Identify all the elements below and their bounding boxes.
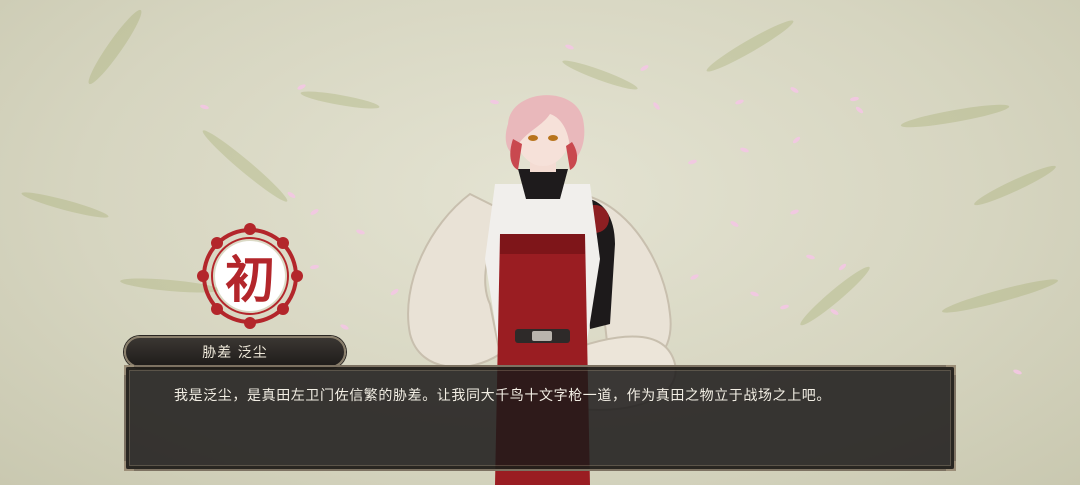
petal	[639, 64, 650, 72]
leaf-decoration	[20, 188, 110, 222]
petal	[309, 208, 320, 216]
petal	[309, 264, 320, 270]
dialogue-box[interactable]: 我是泛尘，是真田左卫门佐信繁的胁差。让我同大千鸟十文字枪一道，作为真田之物立于战…	[124, 365, 956, 471]
leaf-decoration	[940, 274, 1060, 318]
seal-label: 初	[225, 250, 275, 309]
petal	[739, 146, 750, 154]
leaf-decoration	[299, 88, 381, 112]
seal-badge: 初	[197, 223, 303, 329]
frame-corner	[124, 461, 134, 471]
petal	[1012, 368, 1023, 376]
petal	[199, 103, 210, 111]
petal	[689, 273, 700, 281]
petal	[805, 253, 816, 261]
leaf-decoration	[199, 126, 291, 206]
petal	[849, 96, 860, 102]
petal	[339, 323, 350, 331]
petal	[854, 105, 865, 115]
frame-corner	[946, 365, 956, 375]
petal	[729, 220, 740, 228]
petal	[749, 290, 760, 298]
petal	[779, 303, 790, 311]
petal	[789, 86, 800, 94]
petal	[829, 308, 840, 316]
petal	[296, 83, 307, 91]
speaker-nameplate: 胁差 泛尘	[124, 336, 346, 368]
background-scene: 初 胁差 泛尘 我是泛尘，是真田左卫门佐信繁的胁差。让我同大千鸟十文字枪一道，作…	[0, 0, 1080, 485]
petal	[564, 43, 575, 51]
frame-corner	[124, 365, 134, 375]
petal	[837, 262, 848, 272]
leaf-decoration	[83, 6, 147, 88]
petal	[789, 208, 800, 216]
speaker-name: 胁差 泛尘	[202, 345, 268, 361]
petal	[791, 135, 802, 145]
leaf-decoration	[703, 15, 797, 77]
petal	[734, 98, 745, 106]
leaf-decoration	[899, 100, 1011, 132]
petal	[286, 190, 297, 200]
leaf-decoration	[971, 161, 1059, 210]
petal	[355, 228, 366, 236]
dialogue-text: 我是泛尘，是真田左卫门佐信繁的胁差。让我同大千鸟十文字枪一道，作为真田之物立于战…	[174, 388, 831, 404]
frame-corner	[946, 461, 956, 471]
leaf-decoration	[796, 262, 874, 330]
petal	[389, 287, 400, 297]
